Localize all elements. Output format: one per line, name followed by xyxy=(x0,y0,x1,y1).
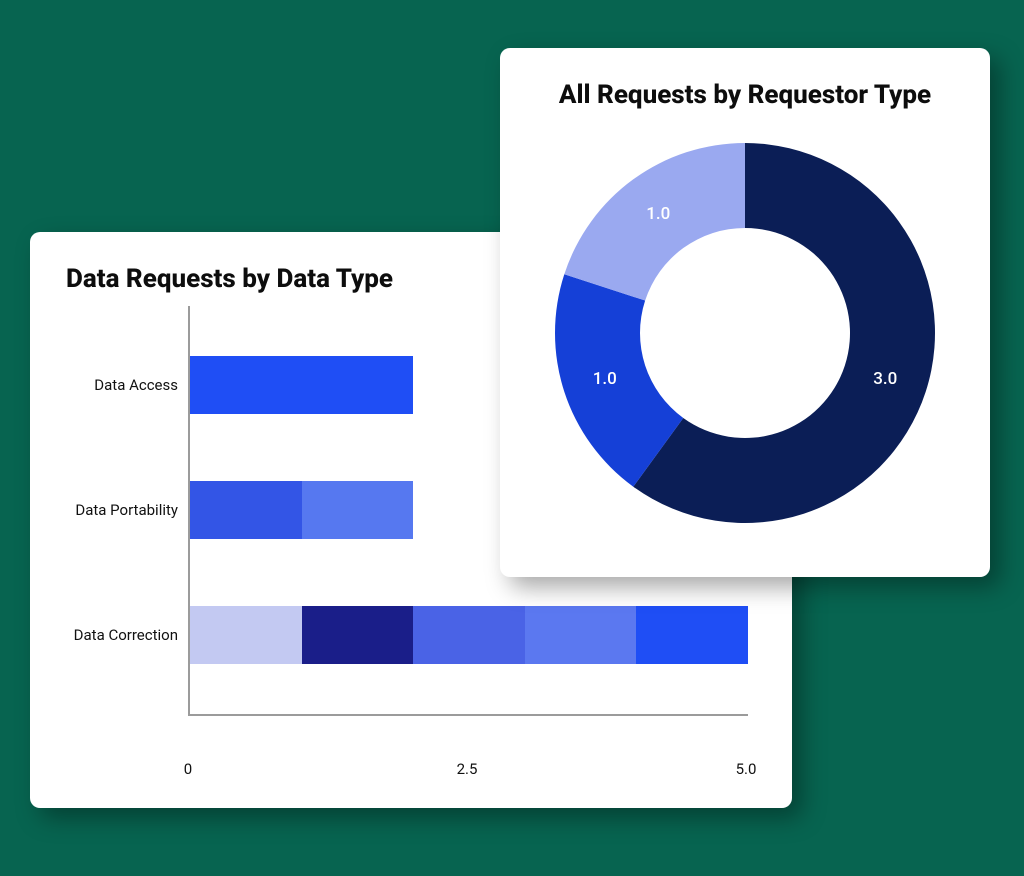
bar-category-label: Data Correction xyxy=(58,626,190,644)
stage: Data Requests by Data Type Data AccessDa… xyxy=(0,0,1024,876)
bar-category-label: Data Access xyxy=(58,376,190,394)
donut-chart-card: All Requests by Requestor Type 3.01.01.0 xyxy=(500,48,990,577)
bar-segment xyxy=(413,606,525,664)
bar-row xyxy=(190,481,413,539)
bar-row xyxy=(190,356,413,414)
bar-segment xyxy=(190,606,302,664)
bar-segment xyxy=(190,481,302,539)
bar-segment xyxy=(302,606,414,664)
donut-chart: 3.01.01.0 xyxy=(550,138,940,528)
x-tick-label: 5.0 xyxy=(736,760,757,778)
bar-segment xyxy=(302,481,414,539)
donut-chart-title: All Requests by Requestor Type xyxy=(528,80,962,110)
donut-slice xyxy=(564,143,745,301)
bar-segment xyxy=(525,606,637,664)
bar-segment xyxy=(190,356,413,414)
bar-segment xyxy=(636,606,748,664)
bar-x-axis: 02.55.0 xyxy=(188,760,748,784)
bar-category-label: Data Portability xyxy=(58,501,190,519)
bar-row xyxy=(190,606,748,664)
donut-svg xyxy=(550,138,940,528)
x-tick-label: 2.5 xyxy=(457,760,478,778)
x-tick-label: 0 xyxy=(184,760,192,778)
